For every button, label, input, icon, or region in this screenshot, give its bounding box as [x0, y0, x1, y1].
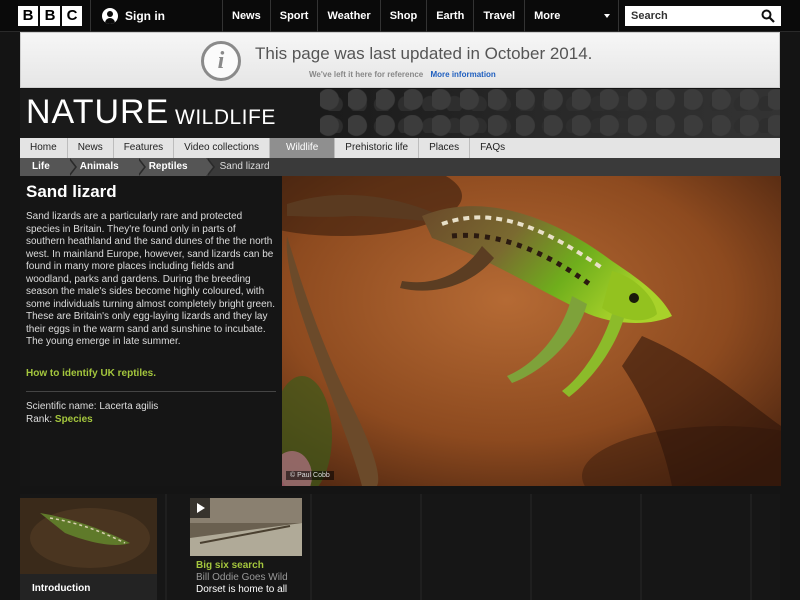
section-nav: Home News Features Video collections Wil… — [20, 138, 780, 158]
search-box — [625, 6, 781, 26]
search-input[interactable] — [625, 10, 755, 22]
species-description: Sand lizards are a particularly rare and… — [26, 211, 276, 347]
breadcrumb-animals[interactable]: Animals — [67, 158, 146, 176]
more-label: More — [534, 10, 561, 22]
divider — [90, 0, 91, 32]
photo-credit: © Paul Cobb — [286, 471, 334, 480]
related-content-strip: Introduction Big six search Bill Oddie G… — [0, 494, 800, 600]
more-information-link[interactable]: More information — [430, 70, 495, 79]
notice-subtitle: We've left it here for reference More in… — [309, 70, 496, 79]
species-title: Sand lizard — [26, 182, 117, 201]
nav-more-button[interactable]: More — [524, 0, 620, 32]
rank-row: Rank: Species — [26, 413, 276, 426]
divider — [165, 494, 167, 600]
breadcrumb: Life Animals Reptiles Sand lizard — [20, 158, 780, 176]
rank-label: Rank: — [26, 413, 53, 425]
search-icon[interactable] — [761, 9, 775, 23]
tab-places[interactable]: Places — [419, 138, 471, 158]
tab-home[interactable]: Home — [20, 138, 68, 158]
scientific-name-row: Scientific name: Lacerta agilis — [26, 400, 276, 413]
lizard-illustration — [282, 176, 781, 486]
user-icon — [102, 8, 118, 24]
identify-reptiles-link[interactable]: How to identify UK reptiles. — [26, 368, 276, 379]
video-title[interactable]: Big six search — [190, 560, 302, 571]
introduction-label: Introduction — [32, 583, 91, 594]
info-icon: i — [201, 41, 241, 81]
notice-title: This page was last updated in October 20… — [255, 44, 593, 63]
tab-prehistoric-life[interactable]: Prehistoric life — [335, 138, 420, 158]
breadcrumb-reptiles[interactable]: Reptiles — [136, 158, 215, 176]
rank-link[interactable]: Species — [55, 414, 93, 425]
scientific-name-label: Scientific name: — [26, 400, 97, 412]
bbc-global-nav: B B C Sign in News Sport Weather Shop Ea… — [0, 0, 800, 32]
divider — [530, 494, 532, 600]
chevron-down-icon — [604, 14, 611, 18]
divider — [750, 494, 752, 600]
nav-earth[interactable]: Earth — [426, 0, 473, 32]
archive-notice: i This page was last updated in October … — [20, 32, 780, 88]
nav-weather[interactable]: Weather — [317, 0, 379, 32]
tab-news[interactable]: News — [68, 138, 114, 158]
logo-letter: C — [62, 6, 82, 26]
sand-lizard-photo: © Paul Cobb — [282, 176, 781, 486]
video-card-big-six-search[interactable]: Big six search Bill Oddie Goes Wild Dors… — [190, 498, 302, 600]
breadcrumb-life[interactable]: Life — [20, 158, 77, 176]
play-icon[interactable] — [190, 498, 210, 518]
species-info-panel: Sand lizard Sand lizards are a particula… — [20, 176, 282, 486]
breadcrumb-current: Sand lizard — [219, 161, 270, 172]
sign-in-link[interactable]: Sign in — [102, 0, 165, 32]
nav-sport[interactable]: Sport — [269, 0, 318, 32]
notice-subtitle-text: We've left it here for reference — [309, 70, 424, 79]
tab-faqs[interactable]: FAQs — [470, 138, 515, 158]
logo-letter: B — [40, 6, 60, 26]
global-nav-links: News Sport Weather Shop Earth Travel Mor… — [222, 0, 620, 32]
divider — [420, 494, 422, 600]
nav-shop[interactable]: Shop — [379, 0, 427, 32]
nature-title[interactable]: NATURE — [26, 93, 169, 132]
divider — [26, 390, 276, 392]
wildlife-title[interactable]: WILDLIFE — [175, 106, 276, 130]
introduction-card[interactable]: Introduction — [20, 498, 157, 600]
sign-in-label: Sign in — [125, 9, 165, 23]
divider — [310, 494, 312, 600]
video-description: Dorset is home to all — [196, 584, 288, 595]
nav-news[interactable]: News — [222, 0, 270, 32]
logo-letter: B — [18, 6, 38, 26]
scientific-name-value: Lacerta agilis — [99, 400, 159, 412]
divider — [640, 494, 642, 600]
video-thumbnail — [190, 498, 302, 556]
bbc-logo[interactable]: B B C — [18, 6, 82, 26]
tab-features[interactable]: Features — [114, 138, 175, 158]
tab-wildlife[interactable]: Wildlife — [270, 138, 336, 158]
video-programme: Bill Oddie Goes Wild — [196, 572, 288, 583]
introduction-thumbnail — [20, 498, 157, 574]
tab-video-collections[interactable]: Video collections — [174, 138, 271, 158]
nav-travel[interactable]: Travel — [473, 0, 524, 32]
